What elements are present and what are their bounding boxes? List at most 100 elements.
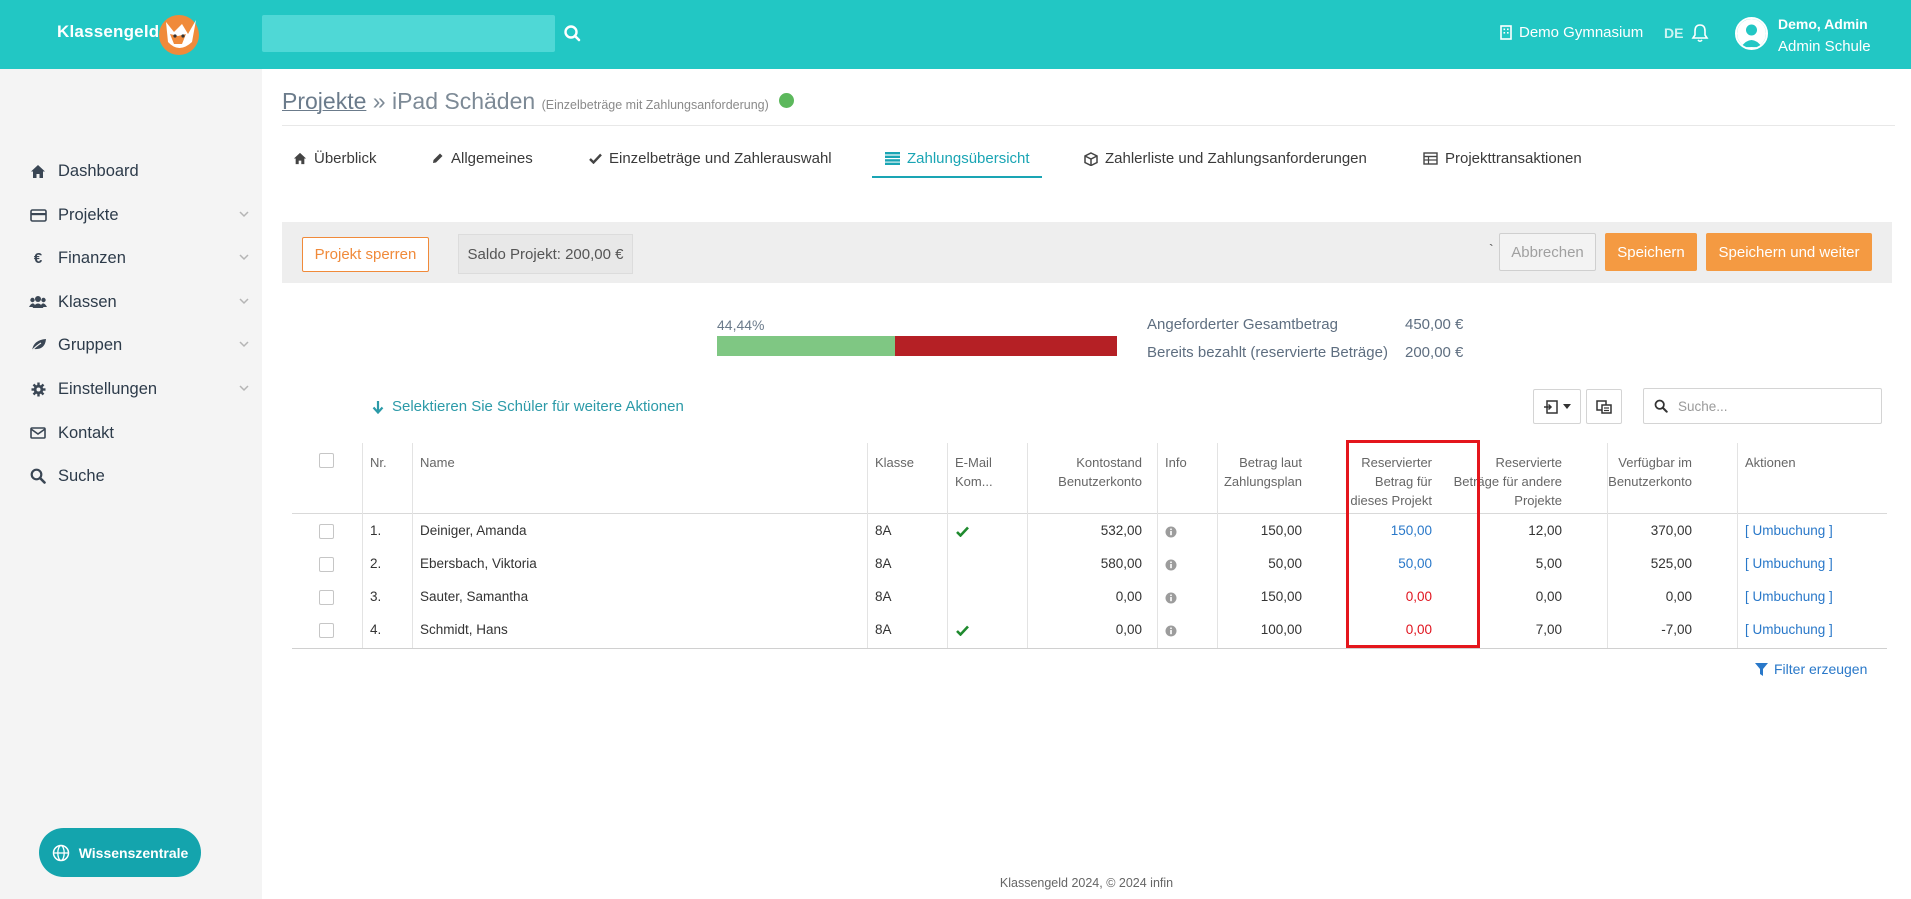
filter-label: Filter erzeugen [1774, 661, 1868, 677]
cell-kontostand: 580,00 [1100, 556, 1142, 571]
table-row[interactable]: 3. Sauter, Samantha 8A 0,00 150,00 0,00 … [292, 581, 1887, 614]
cell-name: Schmidt, Hans [420, 622, 508, 637]
row-checkbox[interactable] [319, 590, 334, 605]
sidebar-item-label: Einstellungen [58, 379, 158, 398]
col-info[interactable]: Info [1165, 453, 1187, 472]
footer-copyright: Klassengeld 2024, © 2024 infin [999, 876, 1174, 890]
tab-projekttransaktionen[interactable]: Projekttransaktionen [1423, 150, 1582, 167]
col-name[interactable]: Name [420, 453, 455, 472]
cell-klasse: 8A [875, 523, 892, 538]
requested-total-value: 450,00 € [1405, 316, 1464, 333]
table-search-placeholder: Suche... [1678, 398, 1728, 414]
home-icon [28, 161, 48, 181]
table-row[interactable]: 1. Deiniger, Amanda 8A 532,00 150,00 150… [292, 515, 1887, 548]
umbuchung-link[interactable]: [ Umbuchung ] [1745, 556, 1833, 571]
chevron-down-icon[interactable] [238, 208, 250, 220]
globe-icon [52, 844, 69, 861]
gear-icon [28, 379, 48, 399]
cell-name: Deiniger, Amanda [420, 523, 527, 538]
home-icon [293, 152, 307, 165]
chevron-down-icon[interactable] [238, 382, 250, 394]
language-switch[interactable]: DE [1664, 25, 1683, 41]
chevron-down-icon[interactable] [238, 295, 250, 307]
tab-label: Einzelbeträge und Zahlerauswahl [609, 150, 832, 167]
sidebar-item-label: Klassen [58, 292, 117, 311]
project-type: (Einzelbeträge mit Zahlungsanforderung) [541, 98, 769, 112]
info-icon[interactable] [1165, 526, 1177, 538]
row-checkbox[interactable] [319, 623, 334, 638]
info-icon[interactable] [1165, 559, 1177, 571]
cancel-button[interactable]: Abbrechen [1499, 233, 1596, 271]
info-icon[interactable] [1165, 625, 1177, 637]
filter-erzeugen-link[interactable]: Filter erzeugen [1755, 661, 1867, 677]
select-students-hint[interactable]: Selektieren Sie Schüler für weitere Akti… [372, 398, 684, 415]
cell-verfuegbar: 370,00 [1650, 523, 1692, 538]
chevron-down-icon[interactable] [238, 251, 250, 263]
sidebar-item-finanzen[interactable]: € Finanzen [28, 246, 250, 270]
umbuchung-link[interactable]: [ Umbuchung ] [1745, 589, 1833, 604]
select-all-checkbox[interactable] [319, 453, 334, 468]
leaf-icon [28, 335, 48, 355]
fox-logo-icon[interactable] [152, 12, 204, 56]
user-name[interactable]: Demo, Admin [1778, 16, 1868, 32]
table-row[interactable]: 2. Ebersbach, Viktoria 8A 580,00 50,00 5… [292, 548, 1887, 581]
row-checkbox[interactable] [319, 557, 334, 572]
sidebar-item-label: Suche [58, 466, 105, 485]
tab-zahlerliste[interactable]: Zahlerliste und Zahlungsanforderungen [1084, 150, 1367, 167]
tab-ueberblick[interactable]: Überblick [293, 150, 377, 167]
cell-name: Ebersbach, Viktoria [420, 556, 537, 571]
umbuchung-link[interactable]: [ Umbuchung ] [1745, 523, 1833, 538]
col-betrag[interactable]: Betrag laut Zahlungsplan [1210, 453, 1302, 491]
progress-percent: 44,44% [717, 317, 765, 333]
save-and-continue-button[interactable]: Speichern und weiter [1706, 233, 1872, 271]
sidebar-item-dashboard[interactable]: Dashboard [28, 159, 250, 183]
sidebar-item-label: Gruppen [58, 335, 123, 354]
sidebar-item-suche[interactable]: Suche [28, 464, 250, 488]
wissenszentrale-button[interactable]: Wissenszentrale [39, 828, 201, 877]
col-klasse[interactable]: Klasse [875, 453, 914, 472]
caret-down-icon [1562, 403, 1571, 409]
col-kontostand[interactable]: Kontostand Benutzerkonto [1044, 453, 1142, 491]
payment-progress-bar [717, 336, 1117, 356]
projekt-sperren-button[interactable]: Projekt sperren [302, 237, 429, 272]
breadcrumb: Projekte » iPad Schäden (Einzelbeträge m… [282, 88, 795, 115]
avatar[interactable] [1735, 17, 1768, 50]
tab-einzelbetraege[interactable]: Einzelbeträge und Zahlerauswahl [589, 150, 832, 167]
export-dropdown-button[interactable] [1533, 389, 1581, 424]
cell-kontostand: 0,00 [1115, 622, 1142, 637]
export-icon [1543, 399, 1558, 414]
brand-name[interactable]: Klassengeld [57, 22, 159, 42]
col-email[interactable]: E-Mail Kom... [955, 453, 1011, 491]
row-checkbox[interactable] [319, 524, 334, 539]
tab-allgemeines[interactable]: Allgemeines [431, 150, 533, 167]
table-row[interactable]: 4. Schmidt, Hans 8A 0,00 100,00 0,00 7,0… [292, 614, 1887, 647]
sidebar-item-projekte[interactable]: Projekte [28, 203, 250, 227]
sidebar-item-klassen[interactable]: Klassen [28, 290, 250, 314]
global-search-input[interactable] [262, 15, 555, 52]
tab-zahlungsuebersicht[interactable]: Zahlungsübersicht [885, 150, 1030, 167]
cell-kontostand: 0,00 [1115, 589, 1142, 604]
table-search-input[interactable]: Suche... [1643, 388, 1882, 424]
page-title: iPad Schäden [391, 88, 536, 114]
highlight-frame [1346, 440, 1480, 648]
sidebar-item-label: Finanzen [58, 248, 126, 267]
sidebar-item-kontakt[interactable]: Kontakt [28, 421, 250, 445]
bell-icon[interactable] [1690, 22, 1710, 44]
save-button[interactable]: Speichern [1605, 233, 1697, 271]
breadcrumb-projekte-link[interactable]: Projekte [282, 88, 366, 114]
search-icon [28, 466, 48, 486]
search-icon[interactable] [562, 23, 584, 45]
envelope-icon [28, 423, 48, 443]
paid-total-value: 200,00 € [1405, 344, 1464, 361]
column-toggle-button[interactable] [1586, 389, 1622, 424]
chevron-down-icon[interactable] [238, 338, 250, 350]
sidebar-item-einstellungen[interactable]: Einstellungen [28, 377, 250, 401]
cell-nr: 2. [370, 556, 382, 571]
col-nr[interactable]: Nr. [370, 453, 387, 472]
umbuchung-link[interactable]: [ Umbuchung ] [1745, 622, 1833, 637]
table-bottom-border [292, 648, 1887, 649]
progress-bar-fill [717, 336, 895, 356]
school-selector[interactable]: Demo Gymnasium [1500, 24, 1643, 41]
info-icon[interactable] [1165, 592, 1177, 604]
sidebar-item-gruppen[interactable]: Gruppen [28, 333, 250, 357]
